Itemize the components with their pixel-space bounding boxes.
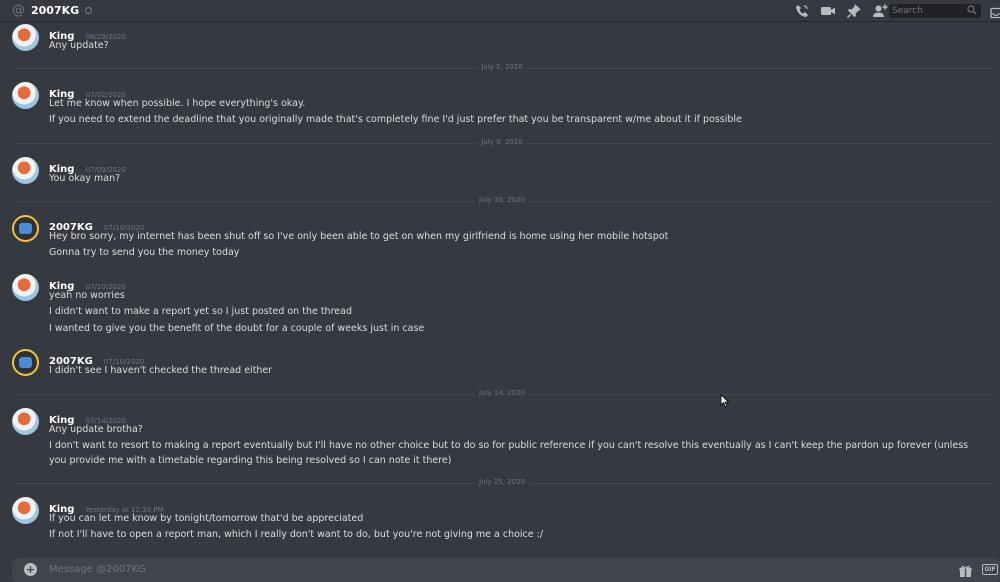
date-divider-label: July 2, 2020 xyxy=(477,63,527,71)
search-placeholder: Search xyxy=(892,6,923,16)
message-text: Gonna try to send you the money today xyxy=(49,247,240,258)
header-toolbar xyxy=(794,3,888,19)
date-divider: July 9, 2020 xyxy=(12,138,992,146)
message-text: Any update brotha? xyxy=(49,424,143,435)
avatar[interactable] xyxy=(12,82,39,109)
date-divider-label: July 9, 2020 xyxy=(477,138,527,146)
message-text: Let me know when possible. I hope everyt… xyxy=(49,98,306,109)
avatar[interactable] xyxy=(12,349,39,376)
avatar[interactable] xyxy=(12,215,39,242)
message-text: If not I'll have to open a report man, w… xyxy=(49,529,544,540)
voice-call-icon[interactable] xyxy=(794,3,810,19)
avatar[interactable] xyxy=(12,497,39,524)
date-divider: July 10, 2020 xyxy=(12,196,992,204)
message-input[interactable]: Message @2007KG xyxy=(49,564,146,575)
at-sign-icon: @ xyxy=(12,3,25,18)
avatar[interactable] xyxy=(12,408,39,435)
message-text: You okay man? xyxy=(49,173,121,184)
message-composer[interactable]: + Message @2007KG GIF xyxy=(12,558,1000,582)
add-attachment-button[interactable]: + xyxy=(24,563,37,576)
mouse-cursor-icon xyxy=(720,393,730,408)
gift-icon[interactable] xyxy=(959,563,972,577)
message-text: Hey bro sorry, my internet has been shut… xyxy=(49,231,669,242)
search-input[interactable]: Search xyxy=(889,4,981,18)
message-text: I didn't want to make a report yet so I … xyxy=(49,306,352,317)
date-divider: July 25, 2020 xyxy=(12,478,992,486)
message-text: I wanted to give you the benefit of the … xyxy=(49,323,425,334)
add-friend-icon[interactable] xyxy=(872,3,888,19)
message-list[interactable]: King 06/29/2020 Any update? July 2, 2020… xyxy=(0,22,1000,552)
status-indicator-icon xyxy=(85,7,93,14)
date-divider: July 2, 2020 xyxy=(12,63,992,71)
date-divider-label: July 14, 2020 xyxy=(475,389,529,397)
inbox-icon[interactable] xyxy=(990,4,1000,19)
avatar[interactable] xyxy=(12,274,39,301)
search-icon xyxy=(967,5,977,20)
message-text: I didn't see I haven't checked the threa… xyxy=(49,365,273,376)
message-text: If you need to extend the deadline that … xyxy=(49,114,742,125)
message-text: Any update? xyxy=(49,40,109,51)
message-text: yeah no worries xyxy=(49,290,125,301)
channel-header: @ 2007KG Search xyxy=(0,0,1000,22)
avatar[interactable] xyxy=(12,24,39,51)
channel-title: 2007KG xyxy=(31,4,80,17)
video-call-icon[interactable] xyxy=(820,3,836,19)
avatar[interactable] xyxy=(12,157,39,184)
date-divider: July 14, 2020 xyxy=(12,389,992,397)
message-text: I don't want to resort to making a repor… xyxy=(49,440,969,466)
pinned-messages-icon[interactable] xyxy=(846,3,862,19)
message-text: If you can let me know by tonight/tomorr… xyxy=(49,513,364,524)
date-divider-label: July 10, 2020 xyxy=(475,196,529,204)
gif-button[interactable]: GIF xyxy=(982,564,998,575)
date-divider-label: July 25, 2020 xyxy=(475,478,529,486)
